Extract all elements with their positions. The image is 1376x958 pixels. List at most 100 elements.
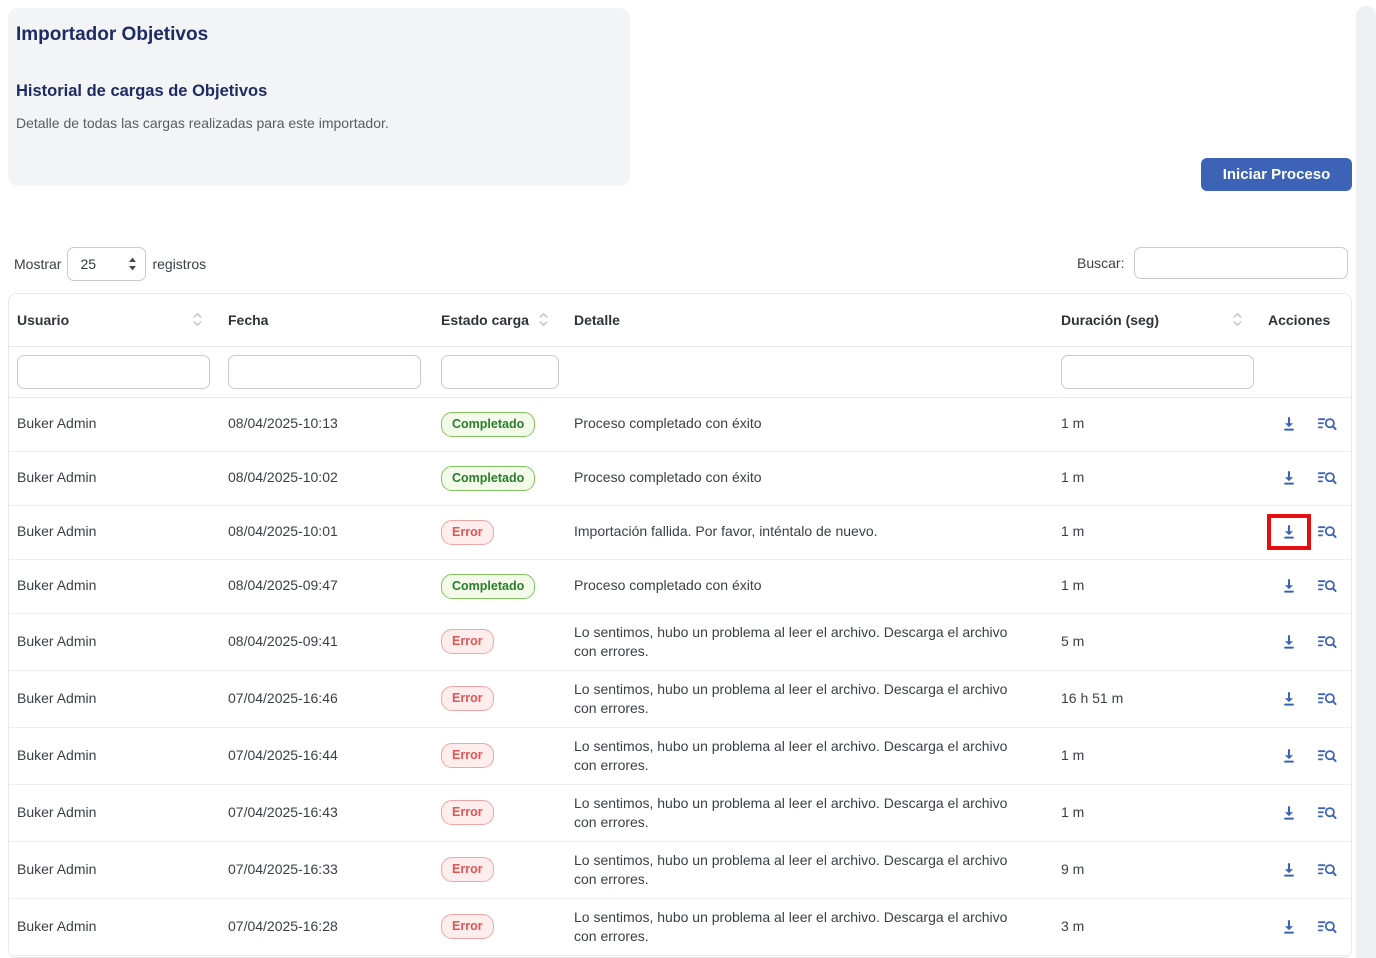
table-row: Buker Admin08/04/2025-10:01ErrorImportac… [9, 505, 1351, 559]
table-filter-row [9, 346, 1351, 397]
filter-input-estado-carga[interactable] [441, 355, 559, 389]
status-badge: Error [441, 629, 494, 654]
page-size-select-wrap: 25 [67, 247, 146, 281]
list-search-icon [1317, 690, 1337, 708]
actions-group [1260, 852, 1351, 888]
actions-group [1260, 568, 1351, 604]
detalle-cell: Proceso completado con éxito [566, 397, 1053, 451]
duracion-cell: 9 m [1053, 841, 1260, 898]
view-details-button[interactable] [1317, 804, 1337, 822]
column-header-estado-carga[interactable]: Estado carga [433, 294, 566, 346]
fecha-cell: 08/04/2025-10:01 [220, 505, 433, 559]
filter-cell-detalle [566, 346, 1053, 397]
filter-cell-duracion-seg [1053, 346, 1260, 397]
filter-input-usuario[interactable] [17, 355, 210, 389]
download-highlight-box [1267, 514, 1311, 550]
view-details-button[interactable] [1317, 690, 1337, 708]
download-button[interactable] [1280, 523, 1298, 541]
view-details-button[interactable] [1317, 747, 1337, 765]
filter-cell-acciones [1260, 346, 1351, 397]
view-details-button[interactable] [1317, 918, 1337, 936]
actions-group [1260, 795, 1351, 831]
search-label: Buscar: [1077, 255, 1124, 271]
list-search-icon [1317, 804, 1337, 822]
scrollbar[interactable] [1356, 6, 1376, 958]
list-search-icon [1317, 577, 1337, 595]
section-description: Detalle de todas las cargas realizadas p… [16, 115, 630, 131]
table-row: Buker Admin08/04/2025-09:47CompletadoPro… [9, 559, 1351, 613]
usuario-cell: Buker Admin [9, 613, 220, 670]
column-header-usuario[interactable]: Usuario [9, 294, 220, 346]
view-details-button[interactable] [1317, 861, 1337, 879]
view-details-button[interactable] [1317, 523, 1337, 541]
download-icon [1280, 690, 1298, 708]
download-highlight-box [1267, 795, 1311, 831]
actions-group [1260, 624, 1351, 660]
filter-input-fecha[interactable] [228, 355, 421, 389]
download-highlight-box [1267, 681, 1311, 717]
download-button[interactable] [1280, 804, 1298, 822]
filter-input-duracion-seg[interactable] [1061, 355, 1254, 389]
sort-chevrons-icon [539, 311, 548, 328]
usuario-cell: Buker Admin [9, 898, 220, 955]
view-details-button[interactable] [1317, 415, 1337, 433]
fecha-cell: 07/04/2025-16:43 [220, 784, 433, 841]
table-row: Buker Admin07/04/2025-16:46ErrorLo senti… [9, 670, 1351, 727]
usuario-cell: Buker Admin [9, 559, 220, 613]
download-button[interactable] [1280, 415, 1298, 433]
column-header-acciones: Acciones [1260, 294, 1351, 346]
acciones-cell [1260, 784, 1351, 841]
usuario-cell: Buker Admin [9, 505, 220, 559]
estado-cell: Error [433, 613, 566, 670]
status-badge: Error [441, 914, 494, 939]
fecha-cell: 08/04/2025-09:47 [220, 559, 433, 613]
usuario-cell: Buker Admin [9, 397, 220, 451]
detalle-cell: Lo sentimos, hubo un problema al leer el… [566, 898, 1053, 955]
detalle-cell: Lo sentimos, hubo un problema al leer el… [566, 727, 1053, 784]
view-details-button[interactable] [1317, 633, 1337, 651]
duracion-cell: 16 h 51 m [1053, 670, 1260, 727]
acciones-cell [1260, 898, 1351, 955]
list-search-icon [1317, 523, 1337, 541]
download-button[interactable] [1280, 918, 1298, 936]
sort-chevrons-icon [1233, 311, 1242, 328]
download-button[interactable] [1280, 469, 1298, 487]
detalle-cell: Lo sentimos, hubo un problema al leer el… [566, 784, 1053, 841]
usuario-cell: Buker Admin [9, 784, 220, 841]
usuario-cell: Buker Admin [9, 451, 220, 505]
filter-cell-fecha [220, 346, 433, 397]
status-badge: Error [441, 686, 494, 711]
download-highlight-box [1267, 624, 1311, 660]
acciones-cell [1260, 670, 1351, 727]
page-size-select[interactable]: 25 [67, 247, 146, 281]
download-button[interactable] [1280, 577, 1298, 595]
duracion-cell: 1 m [1053, 559, 1260, 613]
filter-cell-usuario [9, 346, 220, 397]
duracion-cell: 5 m [1053, 613, 1260, 670]
fecha-cell: 08/04/2025-09:41 [220, 613, 433, 670]
usuario-cell: Buker Admin [9, 841, 220, 898]
actions-group [1260, 406, 1351, 442]
detalle-cell: Proceso completado con éxito [566, 451, 1053, 505]
show-label: Mostrar [14, 256, 61, 272]
estado-cell: Error [433, 784, 566, 841]
view-details-button[interactable] [1317, 577, 1337, 595]
download-button[interactable] [1280, 861, 1298, 879]
estado-cell: Error [433, 841, 566, 898]
table-header-row: UsuarioFechaEstado cargaDetalleDuración … [9, 294, 1351, 346]
view-details-button[interactable] [1317, 469, 1337, 487]
search-input[interactable] [1134, 247, 1348, 279]
start-process-button[interactable]: Iniciar Proceso [1201, 158, 1352, 191]
acciones-cell [1260, 505, 1351, 559]
download-highlight-box [1267, 738, 1311, 774]
list-search-icon [1317, 861, 1337, 879]
download-button[interactable] [1280, 633, 1298, 651]
duracion-cell: 1 m [1053, 505, 1260, 559]
status-badge: Completado [441, 574, 535, 599]
download-button[interactable] [1280, 690, 1298, 708]
status-badge: Completado [441, 412, 535, 437]
fecha-cell: 08/04/2025-10:02 [220, 451, 433, 505]
table-row: Buker Admin07/04/2025-16:43ErrorLo senti… [9, 784, 1351, 841]
column-header-duracion-seg[interactable]: Duración (seg) [1053, 294, 1260, 346]
download-button[interactable] [1280, 747, 1298, 765]
